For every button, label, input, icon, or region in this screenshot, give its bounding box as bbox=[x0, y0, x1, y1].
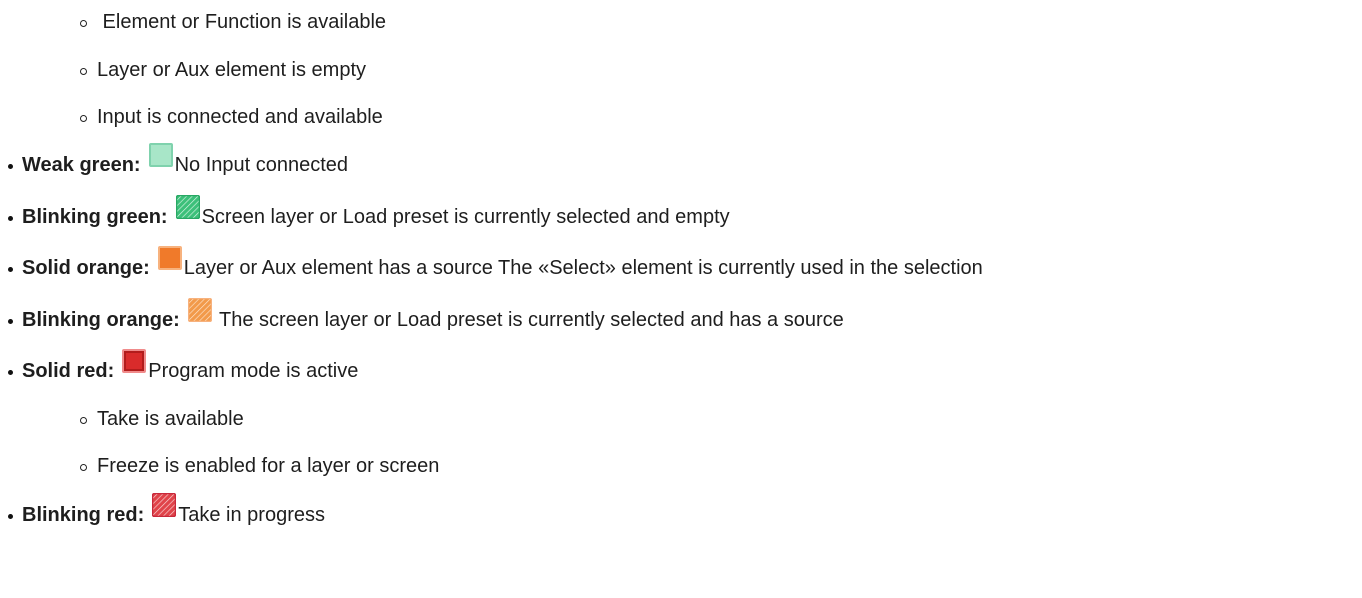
status-label: Blinking red: bbox=[22, 503, 145, 526]
bullet-icon bbox=[8, 369, 13, 375]
list-item: Blinking orange: The screen layer or Loa… bbox=[0, 298, 844, 335]
list-item: Input is connected and available bbox=[80, 102, 383, 132]
list-item-text: The screen layer or Load preset is curre… bbox=[213, 308, 844, 331]
list-item: Blinking green: Screen layer or Load pre… bbox=[0, 195, 730, 232]
blinking-orange-swatch-icon bbox=[187, 298, 212, 322]
hollow-bullet-icon bbox=[80, 463, 87, 471]
list-item-text: Freeze is enabled for a layer or screen bbox=[97, 454, 440, 477]
bullet-icon bbox=[8, 163, 13, 169]
list-item: Solid red: Program mode is active bbox=[0, 349, 359, 386]
hollow-bullet-icon bbox=[80, 114, 87, 122]
blinking-red-swatch-icon bbox=[152, 493, 177, 517]
list-item: Weak green: No Input connected bbox=[0, 143, 349, 180]
list-item-text: Layer or Aux element is empty bbox=[97, 58, 367, 81]
status-label: Blinking green: bbox=[22, 205, 168, 228]
blinking-green-swatch-icon bbox=[175, 195, 200, 219]
list-item: Element or Function is available bbox=[80, 7, 386, 37]
hollow-bullet-icon bbox=[80, 67, 87, 75]
bullet-icon bbox=[8, 318, 13, 324]
list-item-text: Program mode is active bbox=[148, 359, 359, 382]
list-item-text: No Input connected bbox=[174, 153, 349, 176]
status-label: Weak green: bbox=[22, 153, 141, 176]
status-label: Solid orange: bbox=[22, 256, 150, 279]
bullet-icon bbox=[8, 266, 13, 272]
list-item: Freeze is enabled for a layer or screen bbox=[80, 451, 439, 481]
list-item-text: Layer or Aux element has a source The «S… bbox=[183, 256, 983, 279]
list-item: Layer or Aux element is empty bbox=[80, 55, 366, 85]
list-item-text: Take is available bbox=[97, 407, 244, 430]
solid-red-swatch-icon bbox=[122, 349, 147, 373]
list-item-text: Input is connected and available bbox=[97, 105, 383, 128]
hollow-bullet-icon bbox=[80, 19, 87, 27]
list-item-text: Take in progress bbox=[178, 503, 325, 526]
list-item: Take is available bbox=[80, 404, 244, 434]
list-item: Blinking red: Take in progress bbox=[0, 493, 325, 530]
list-item-text: Element or Function is available bbox=[97, 10, 387, 33]
status-label: Solid red: bbox=[22, 359, 115, 382]
list-item: Solid orange: Layer or Aux element has a… bbox=[0, 246, 983, 283]
weak-green-swatch-icon bbox=[148, 143, 173, 167]
solid-orange-swatch-icon bbox=[157, 246, 182, 270]
bullet-icon bbox=[8, 513, 13, 519]
hollow-bullet-icon bbox=[80, 416, 87, 424]
bullet-icon bbox=[8, 215, 13, 221]
list-item-text: Screen layer or Load preset is currently… bbox=[201, 205, 730, 228]
status-label: Blinking orange: bbox=[22, 308, 180, 331]
